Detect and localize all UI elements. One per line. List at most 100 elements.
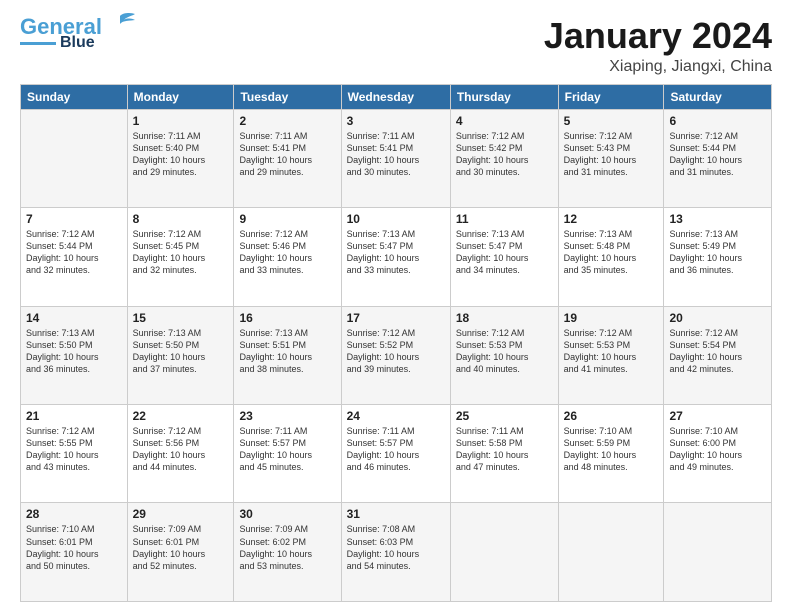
day-content: Sunrise: 7:12 AM Sunset: 5:44 PM Dayligh…: [26, 228, 122, 277]
table-row: 7 Sunrise: 7:12 AM Sunset: 5:44 PM Daylig…: [21, 208, 128, 306]
day-number: 26: [564, 409, 659, 423]
col-wednesday: Wednesday: [341, 84, 450, 109]
day-number: 13: [669, 212, 766, 226]
day-content: Sunrise: 7:13 AM Sunset: 5:48 PM Dayligh…: [564, 228, 659, 277]
table-row: 2 Sunrise: 7:11 AM Sunset: 5:41 PM Daylig…: [234, 109, 341, 207]
calendar-row-4: 28 Sunrise: 7:10 AM Sunset: 6:01 PM Dayli…: [21, 503, 772, 602]
table-row: 18Sunrise: 7:12 AM Sunset: 5:53 PM Dayli…: [450, 306, 558, 404]
day-number: 7: [26, 212, 122, 226]
table-row: 20 Sunrise: 7:12 AM Sunset: 5:54 PM Dayli…: [664, 306, 772, 404]
table-row: 31 Sunrise: 7:08 AM Sunset: 6:03 PM Dayli…: [341, 503, 450, 602]
day-number: 3: [347, 114, 445, 128]
table-row: 21 Sunrise: 7:12 AM Sunset: 5:55 PM Dayli…: [21, 405, 128, 503]
day-content: Sunrise: 7:12 AM Sunset: 5:56 PM Dayligh…: [133, 425, 229, 474]
header: General Blue January 2024 Xiaping, Jiang…: [20, 16, 772, 76]
col-tuesday: Tuesday: [234, 84, 341, 109]
col-thursday: Thursday: [450, 84, 558, 109]
col-monday: Monday: [127, 84, 234, 109]
table-row: [664, 503, 772, 602]
day-number: 24: [347, 409, 445, 423]
day-content: Sunrise: 7:11 AM Sunset: 5:58 PM Dayligh…: [456, 425, 553, 474]
day-number: 8: [133, 212, 229, 226]
calendar-row-1: 7 Sunrise: 7:12 AM Sunset: 5:44 PM Daylig…: [21, 208, 772, 306]
day-content: Sunrise: 7:10 AM Sunset: 5:59 PM Dayligh…: [564, 425, 659, 474]
logo-blue: Blue: [60, 34, 95, 52]
day-number: 11: [456, 212, 553, 226]
day-content: Sunrise: 7:09 AM Sunset: 6:02 PM Dayligh…: [239, 523, 335, 572]
month-title: January 2024: [544, 16, 772, 56]
location-subtitle: Xiaping, Jiangxi, China: [544, 58, 772, 76]
calendar-row-2: 14 Sunrise: 7:13 AM Sunset: 5:50 PM Dayli…: [21, 306, 772, 404]
col-saturday: Saturday: [664, 84, 772, 109]
day-number: 20: [669, 311, 766, 325]
table-row: 3 Sunrise: 7:11 AM Sunset: 5:41 PM Daylig…: [341, 109, 450, 207]
day-content: Sunrise: 7:13 AM Sunset: 5:50 PM Dayligh…: [133, 327, 229, 376]
table-row: 11Sunrise: 7:13 AM Sunset: 5:47 PM Dayli…: [450, 208, 558, 306]
table-row: 15Sunrise: 7:13 AM Sunset: 5:50 PM Dayli…: [127, 306, 234, 404]
day-content: Sunrise: 7:12 AM Sunset: 5:54 PM Dayligh…: [669, 327, 766, 376]
day-number: 19: [564, 311, 659, 325]
day-number: 31: [347, 507, 445, 521]
title-section: January 2024 Xiaping, Jiangxi, China: [544, 16, 772, 76]
day-number: 30: [239, 507, 335, 521]
logo: General Blue: [20, 16, 136, 52]
day-content: Sunrise: 7:12 AM Sunset: 5:42 PM Dayligh…: [456, 130, 553, 179]
day-content: Sunrise: 7:12 AM Sunset: 5:44 PM Dayligh…: [669, 130, 766, 179]
day-number: 12: [564, 212, 659, 226]
table-row: 8 Sunrise: 7:12 AM Sunset: 5:45 PM Daylig…: [127, 208, 234, 306]
table-row: 30 Sunrise: 7:09 AM Sunset: 6:02 PM Dayli…: [234, 503, 341, 602]
day-number: 4: [456, 114, 553, 128]
day-content: Sunrise: 7:12 AM Sunset: 5:53 PM Dayligh…: [456, 327, 553, 376]
day-number: 27: [669, 409, 766, 423]
col-sunday: Sunday: [21, 84, 128, 109]
table-row: [450, 503, 558, 602]
day-number: 1: [133, 114, 229, 128]
day-number: 5: [564, 114, 659, 128]
table-row: 5 Sunrise: 7:12 AM Sunset: 5:43 PM Daylig…: [558, 109, 664, 207]
day-content: Sunrise: 7:12 AM Sunset: 5:52 PM Dayligh…: [347, 327, 445, 376]
logo-bird-icon: [104, 12, 136, 34]
day-content: Sunrise: 7:11 AM Sunset: 5:41 PM Dayligh…: [239, 130, 335, 179]
day-number: 25: [456, 409, 553, 423]
day-content: Sunrise: 7:12 AM Sunset: 5:53 PM Dayligh…: [564, 327, 659, 376]
day-content: Sunrise: 7:11 AM Sunset: 5:57 PM Dayligh…: [347, 425, 445, 474]
header-row: Sunday Monday Tuesday Wednesday Thursday…: [21, 84, 772, 109]
day-content: Sunrise: 7:13 AM Sunset: 5:51 PM Dayligh…: [239, 327, 335, 376]
calendar-table: Sunday Monday Tuesday Wednesday Thursday…: [20, 84, 772, 602]
day-number: 14: [26, 311, 122, 325]
table-row: 26 Sunrise: 7:10 AM Sunset: 5:59 PM Dayli…: [558, 405, 664, 503]
day-number: 22: [133, 409, 229, 423]
day-number: 29: [133, 507, 229, 521]
day-number: 10: [347, 212, 445, 226]
day-number: 16: [239, 311, 335, 325]
table-row: [21, 109, 128, 207]
day-content: Sunrise: 7:10 AM Sunset: 6:00 PM Dayligh…: [669, 425, 766, 474]
day-content: Sunrise: 7:12 AM Sunset: 5:45 PM Dayligh…: [133, 228, 229, 277]
day-content: Sunrise: 7:12 AM Sunset: 5:55 PM Dayligh…: [26, 425, 122, 474]
table-row: 13 Sunrise: 7:13 AM Sunset: 5:49 PM Dayli…: [664, 208, 772, 306]
col-friday: Friday: [558, 84, 664, 109]
day-content: Sunrise: 7:11 AM Sunset: 5:57 PM Dayligh…: [239, 425, 335, 474]
day-number: 23: [239, 409, 335, 423]
table-row: 10Sunrise: 7:13 AM Sunset: 5:47 PM Dayli…: [341, 208, 450, 306]
table-row: 28 Sunrise: 7:10 AM Sunset: 6:01 PM Dayli…: [21, 503, 128, 602]
day-number: 2: [239, 114, 335, 128]
table-row: 27 Sunrise: 7:10 AM Sunset: 6:00 PM Dayli…: [664, 405, 772, 503]
day-content: Sunrise: 7:11 AM Sunset: 5:41 PM Dayligh…: [347, 130, 445, 179]
day-content: Sunrise: 7:12 AM Sunset: 5:43 PM Dayligh…: [564, 130, 659, 179]
day-number: 17: [347, 311, 445, 325]
table-row: 14Sunrise: 7:13 AM Sunset: 5:50 PM Dayli…: [21, 306, 128, 404]
table-row: 22 Sunrise: 7:12 AM Sunset: 5:56 PM Dayli…: [127, 405, 234, 503]
day-number: 21: [26, 409, 122, 423]
table-row: 17 Sunrise: 7:12 AM Sunset: 5:52 PM Dayli…: [341, 306, 450, 404]
table-row: 6Sunrise: 7:12 AM Sunset: 5:44 PM Daylig…: [664, 109, 772, 207]
day-content: Sunrise: 7:10 AM Sunset: 6:01 PM Dayligh…: [26, 523, 122, 572]
table-row: 29Sunrise: 7:09 AM Sunset: 6:01 PM Dayli…: [127, 503, 234, 602]
day-number: 28: [26, 507, 122, 521]
day-content: Sunrise: 7:13 AM Sunset: 5:49 PM Dayligh…: [669, 228, 766, 277]
table-row: [558, 503, 664, 602]
day-content: Sunrise: 7:08 AM Sunset: 6:03 PM Dayligh…: [347, 523, 445, 572]
day-content: Sunrise: 7:11 AM Sunset: 5:40 PM Dayligh…: [133, 130, 229, 179]
calendar-row-3: 21 Sunrise: 7:12 AM Sunset: 5:55 PM Dayli…: [21, 405, 772, 503]
day-number: 9: [239, 212, 335, 226]
